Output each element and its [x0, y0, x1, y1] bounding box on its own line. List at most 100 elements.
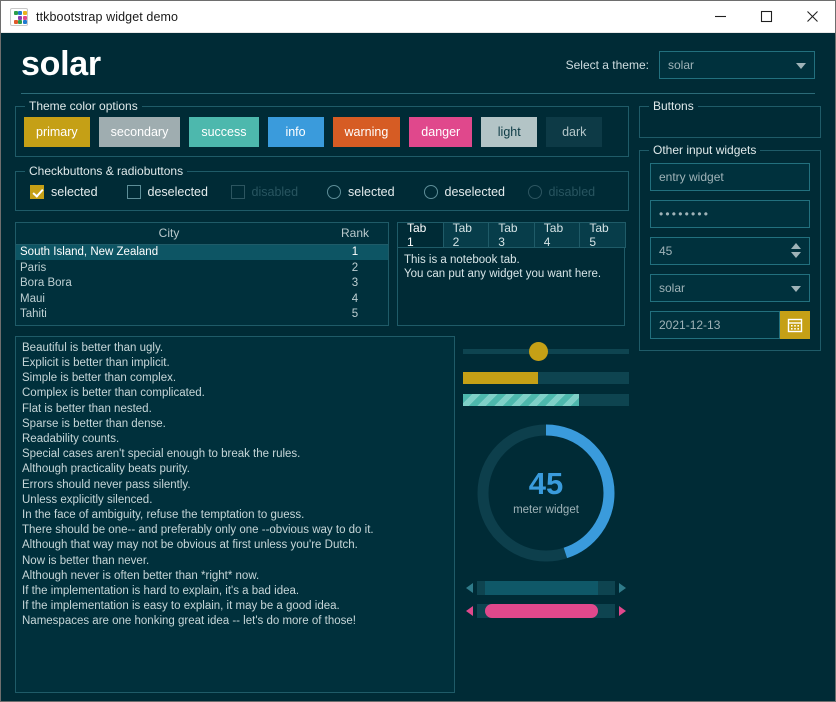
slider-widgets: 45 meter widget [463, 336, 629, 693]
text-line: Although practicality beats purity. [22, 462, 448, 477]
scroll-right-icon[interactable] [615, 581, 629, 595]
scale-widget[interactable] [463, 340, 629, 362]
text-line: In the face of ambiguity, refuse the tem… [22, 508, 448, 523]
theme-color-button-light[interactable]: light [481, 117, 537, 147]
meter-value: 45 [463, 468, 629, 499]
treeview-header: City Rank [16, 223, 388, 245]
scrollbar-default[interactable] [463, 581, 629, 595]
spinbox-up-icon[interactable] [791, 243, 801, 249]
notebook-tabs: Tab 1Tab 2Tab 3Tab 4Tab 5 [397, 222, 625, 248]
option-label: deselected [445, 185, 505, 199]
checkbutton-selected-0[interactable]: selected [30, 185, 117, 199]
close-button[interactable] [789, 1, 835, 33]
theme-color-button-label: secondary [111, 125, 169, 139]
column-header-rank[interactable]: Rank [322, 226, 388, 240]
scrollbar-rounded-trough[interactable] [477, 604, 615, 618]
progressbar-striped-fill [463, 394, 579, 406]
text-widgets-row: Beautiful is better than ugly.Explicit i… [15, 336, 629, 693]
theme-color-button-danger[interactable]: danger [409, 117, 472, 147]
theme-color-button-secondary[interactable]: secondary [99, 117, 181, 147]
title-bar: ttkbootstrap widget demo [1, 1, 835, 33]
text-line: Unless explicitly silenced. [22, 493, 448, 508]
inputs-stack: entry widget •••••••• 45 [648, 161, 812, 341]
table-row[interactable]: Paris2 [16, 260, 388, 276]
scroll-left-icon[interactable] [463, 581, 477, 595]
scrollbar-default-trough[interactable] [477, 581, 615, 595]
theme-color-button-primary[interactable]: primary [24, 117, 90, 147]
radio-icon[interactable] [327, 185, 341, 199]
theme-color-options-group: Theme color options primarysecondarysucc… [15, 106, 629, 157]
scrollbar-rounded-danger[interactable] [463, 604, 629, 618]
progressbar-striped [463, 394, 629, 406]
theme-color-button-info[interactable]: info [268, 117, 324, 147]
other-input-widgets-group: Other input widgets entry widget •••••••… [639, 150, 821, 351]
theme-color-button-dark[interactable]: dark [546, 117, 602, 147]
theme-color-button-label: primary [36, 125, 78, 139]
calendar-icon[interactable] [780, 311, 810, 339]
spinbox[interactable]: 45 [650, 237, 810, 265]
maximize-button[interactable] [743, 1, 789, 33]
buttons-group: Buttons [639, 106, 821, 138]
text-line: There should be one-- and preferably onl… [22, 523, 448, 538]
notebook-line-2: You can put any widget you want here. [404, 267, 618, 281]
date-entry[interactable]: 2021-12-13 [650, 311, 810, 339]
theme-combobox[interactable]: solar [659, 51, 815, 79]
text-line: Readability counts. [22, 432, 448, 447]
spinbox-down-icon[interactable] [791, 252, 801, 258]
theme-combobox-value: solar [668, 58, 694, 72]
table-row[interactable]: Maui4 [16, 291, 388, 307]
table-row[interactable]: South Island, New Zealand1 [16, 245, 388, 261]
app-body: solar Select a theme: solar Theme color … [1, 33, 835, 701]
table-row[interactable]: Bora Bora3 [16, 276, 388, 292]
scroll-right-icon[interactable] [615, 604, 629, 618]
header-divider [21, 93, 815, 94]
cell-rank: 5 [322, 308, 388, 320]
tab-5[interactable]: Tab 5 [579, 222, 626, 248]
checkbox-icon[interactable] [127, 185, 141, 199]
radiobutton-selected-3[interactable]: selected [327, 185, 414, 199]
app-icon [10, 8, 28, 26]
theme-color-button-label: light [498, 125, 521, 139]
option-label: disabled [252, 185, 299, 199]
text-line: Complex is better than complicated. [22, 386, 448, 401]
theme-color-options-title: Theme color options [25, 99, 142, 113]
tab-4[interactable]: Tab 4 [534, 222, 581, 248]
minimize-button[interactable] [697, 1, 743, 33]
notebook-line-1: This is a notebook tab. [404, 253, 618, 267]
date-entry-field[interactable]: 2021-12-13 [650, 311, 780, 339]
theme-color-button-success[interactable]: success [189, 117, 258, 147]
text-line: Beautiful is better than ugly. [22, 341, 448, 356]
scroll-left-icon[interactable] [463, 604, 477, 618]
spinbox-arrows[interactable] [791, 238, 801, 264]
radiobutton-deselected-4[interactable]: deselected [424, 185, 518, 199]
scale-handle[interactable] [529, 342, 548, 361]
entry-field[interactable]: entry widget [650, 163, 810, 191]
text-line: Simple is better than complex. [22, 371, 448, 386]
table-row[interactable]: Tahiti5 [16, 307, 388, 323]
main-split: Theme color options primarysecondarysucc… [15, 106, 821, 693]
tab-3[interactable]: Tab 3 [488, 222, 535, 248]
scrollbar-rounded-thumb[interactable] [485, 604, 598, 618]
cell-city: Paris [16, 262, 322, 274]
buttons-stack [648, 117, 812, 119]
meter-caption: meter widget [463, 504, 629, 516]
checkbuttons-row: selected deselected disabled selected desele… [24, 182, 620, 201]
treeview-body: South Island, New Zealand1Paris2Bora Bor… [16, 245, 388, 325]
combobox[interactable]: solar [650, 274, 810, 302]
meter-text: 45 meter widget [463, 468, 629, 516]
tab-2[interactable]: Tab 2 [443, 222, 490, 248]
checkbutton-deselected-1[interactable]: deselected [127, 185, 221, 199]
checkbox-icon[interactable] [30, 185, 44, 199]
scrollbar-default-thumb[interactable] [485, 581, 598, 595]
theme-color-button-warning[interactable]: warning [333, 117, 401, 147]
theme-color-buttons: primary secondary success info warning danger… [24, 117, 620, 147]
column-header-city[interactable]: City [16, 226, 322, 240]
notebook-panel: This is a notebook tab. You can put any … [397, 247, 625, 326]
treeview[interactable]: City Rank South Island, New Zealand1Pari… [15, 222, 389, 326]
text-line: Errors should never pass silently. [22, 478, 448, 493]
radio-icon[interactable] [424, 185, 438, 199]
combobox-value: solar [659, 281, 685, 295]
text-widget[interactable]: Beautiful is better than ugly.Explicit i… [15, 336, 455, 693]
password-field[interactable]: •••••••• [650, 200, 810, 228]
tab-1[interactable]: Tab 1 [397, 222, 444, 248]
